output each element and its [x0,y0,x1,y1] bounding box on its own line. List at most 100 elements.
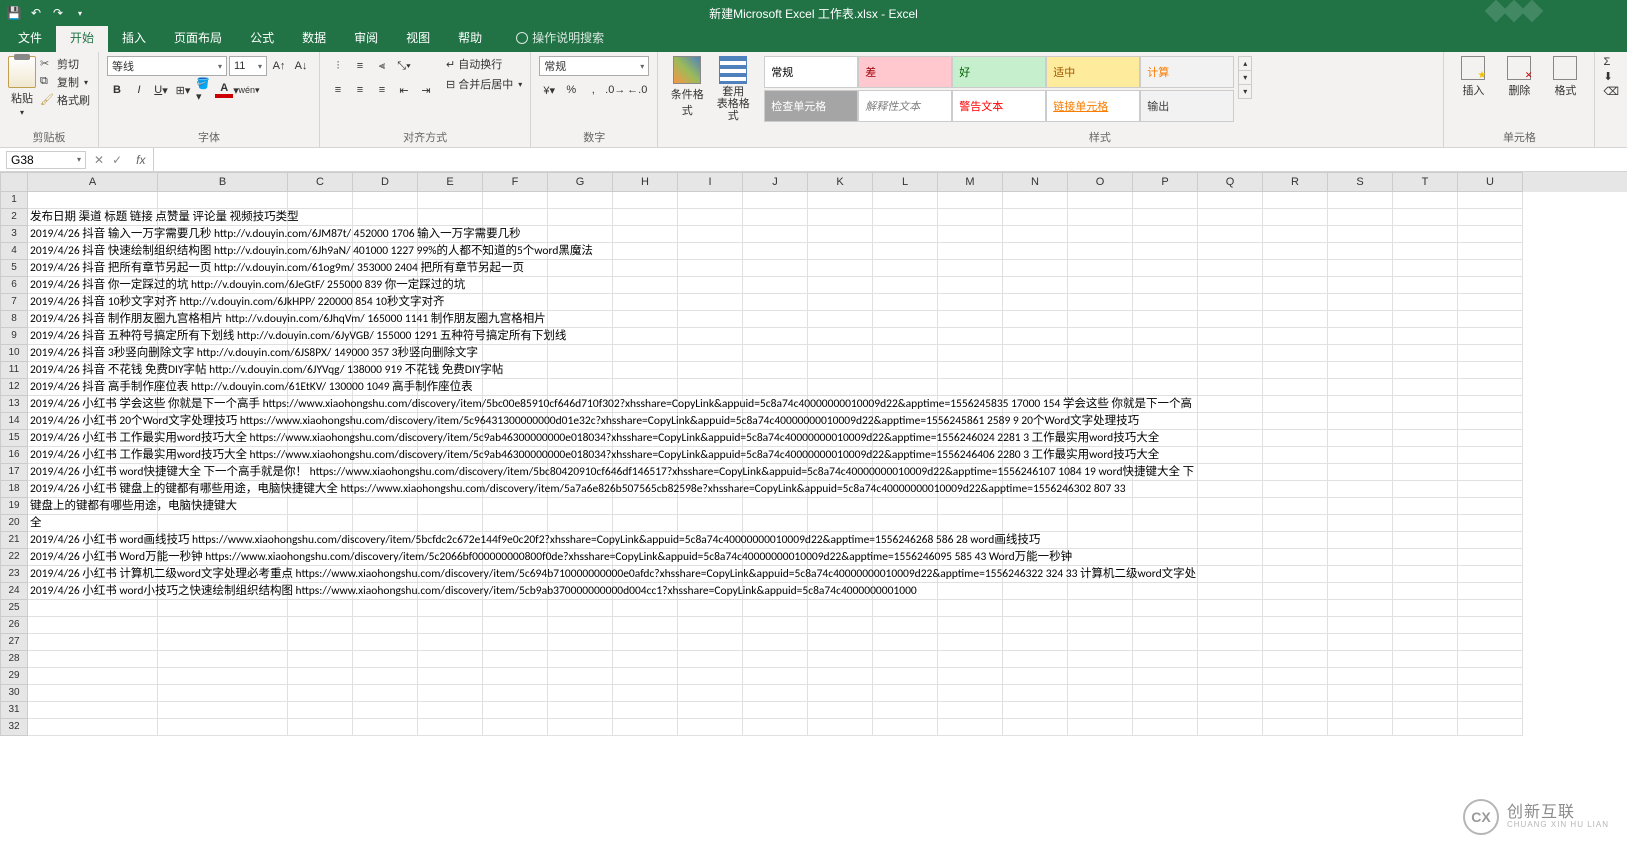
cell[interactable] [1263,464,1328,481]
column-header[interactable]: I [678,172,743,192]
format-cells-button[interactable]: 格式 [1544,56,1586,98]
cell[interactable] [1328,345,1393,362]
cell[interactable] [743,379,808,396]
cell[interactable] [1003,651,1068,668]
tell-me-search[interactable]: 操作说明搜索 [502,23,618,52]
cell[interactable] [1068,685,1133,702]
phonetic-button[interactable]: wén▾ [239,80,259,100]
row-header[interactable]: 14 [0,413,28,430]
cell[interactable] [1133,668,1198,685]
cell[interactable] [1198,566,1263,583]
cell[interactable] [1393,498,1458,515]
underline-button[interactable]: U▾ [151,80,171,100]
row-header[interactable]: 29 [0,668,28,685]
cell[interactable] [613,345,678,362]
cell[interactable] [1328,719,1393,736]
cell[interactable] [548,719,613,736]
cell[interactable] [938,668,1003,685]
cell[interactable] [1068,277,1133,294]
row-header[interactable]: 7 [0,294,28,311]
style-cell[interactable]: 解释性文本 [858,90,952,122]
cell[interactable] [288,685,353,702]
cell[interactable] [158,617,288,634]
cell[interactable] [1133,328,1198,345]
cell[interactable] [808,243,873,260]
cell[interactable] [1198,668,1263,685]
cell[interactable] [938,345,1003,362]
cell[interactable] [158,668,288,685]
cell[interactable] [1263,379,1328,396]
cell[interactable] [808,515,873,532]
cell[interactable] [1003,668,1068,685]
cell[interactable] [743,617,808,634]
cell[interactable] [1393,532,1458,549]
cell[interactable] [613,328,678,345]
row-header[interactable]: 6 [0,277,28,294]
cell[interactable] [873,328,938,345]
cell[interactable] [808,328,873,345]
cell[interactable] [1393,430,1458,447]
cell[interactable] [613,362,678,379]
cell[interactable] [808,634,873,651]
column-header[interactable]: G [548,172,613,192]
cell[interactable] [1198,634,1263,651]
cell[interactable] [418,702,483,719]
align-top-icon[interactable]: ⫶ [328,56,348,76]
column-header[interactable]: B [158,172,288,192]
cell[interactable] [1003,515,1068,532]
cell[interactable] [613,243,678,260]
cell[interactable] [1393,311,1458,328]
cell[interactable] [28,702,158,719]
cell[interactable] [483,634,548,651]
cell[interactable] [873,226,938,243]
cell[interactable] [613,498,678,515]
cell[interactable] [1198,481,1263,498]
cell[interactable] [1328,702,1393,719]
style-cell[interactable]: 适中 [1046,56,1140,88]
cell[interactable] [1068,583,1133,600]
cell[interactable] [1458,566,1523,583]
cell[interactable] [1003,311,1068,328]
cell[interactable] [678,311,743,328]
cell[interactable] [678,226,743,243]
cell[interactable] [678,719,743,736]
cell[interactable] [28,651,158,668]
font-color-button[interactable]: A▾ [217,80,237,100]
cell[interactable] [1198,719,1263,736]
cell[interactable] [1263,447,1328,464]
cell[interactable] [678,617,743,634]
cell[interactable] [1328,413,1393,430]
cell[interactable] [1458,719,1523,736]
column-header[interactable]: O [1068,172,1133,192]
cell[interactable] [288,617,353,634]
cell[interactable] [418,617,483,634]
cell[interactable] [1393,685,1458,702]
scroll-down-icon[interactable]: ▾ [1239,71,1251,85]
cell[interactable] [1393,209,1458,226]
cell[interactable] [1458,345,1523,362]
cell[interactable] [808,362,873,379]
cell[interactable] [1263,209,1328,226]
column-header[interactable]: K [808,172,873,192]
cell[interactable] [1198,651,1263,668]
cell[interactable] [1393,566,1458,583]
column-header[interactable]: S [1328,172,1393,192]
cell[interactable] [1068,634,1133,651]
cell[interactable] [743,345,808,362]
cell[interactable] [548,668,613,685]
cell[interactable] [1328,515,1393,532]
cell[interactable] [1003,379,1068,396]
row-header[interactable]: 5 [0,260,28,277]
cell[interactable] [418,651,483,668]
column-header[interactable]: D [353,172,418,192]
cell[interactable] [1263,685,1328,702]
undo-icon[interactable]: ↶ [28,5,44,21]
cell[interactable] [808,379,873,396]
row-header[interactable]: 1 [0,192,28,209]
cell[interactable] [613,634,678,651]
cell[interactable] [483,515,548,532]
cell[interactable] [1458,481,1523,498]
cell[interactable] [548,362,613,379]
column-header[interactable]: T [1393,172,1458,192]
cell[interactable] [1003,277,1068,294]
